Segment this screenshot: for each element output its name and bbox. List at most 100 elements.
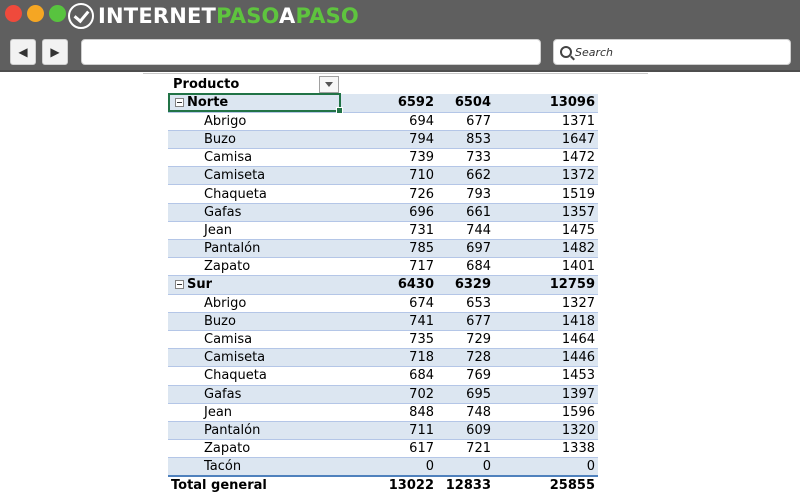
value-cell[interactable]: 1647 — [494, 130, 598, 150]
value-cell[interactable]: 653 — [437, 294, 494, 313]
value-cell[interactable]: 684 — [340, 366, 437, 386]
row-label-cell[interactable]: Jean — [168, 403, 340, 422]
value-cell[interactable]: 1453 — [494, 366, 598, 386]
value-cell[interactable]: 674 — [340, 294, 437, 313]
forward-button[interactable]: ▶ — [42, 39, 68, 65]
value-cell[interactable]: 1320 — [494, 421, 598, 441]
value-cell[interactable]: 1446 — [494, 348, 598, 368]
row-label-cell[interactable]: Jean — [168, 221, 340, 241]
row-label-cell[interactable]: Camisa — [168, 330, 340, 350]
maximize-window-button[interactable] — [49, 5, 66, 22]
search-box[interactable]: Search — [553, 39, 791, 65]
value-cell[interactable]: 25855 — [494, 475, 598, 495]
row-label-cell[interactable]: Chaqueta — [168, 184, 340, 204]
row-label-cell[interactable]: Buzo — [168, 312, 340, 331]
filter-dropdown-button[interactable] — [319, 76, 339, 93]
value-cell[interactable]: 13022 — [340, 475, 437, 495]
value-cell[interactable]: 694 — [340, 112, 437, 131]
value-cell[interactable]: 677 — [437, 312, 494, 331]
value-cell[interactable]: 733 — [437, 148, 494, 168]
value-cell[interactable]: 0 — [340, 457, 437, 477]
value-cell[interactable]: 731 — [340, 221, 437, 241]
value-cell[interactable]: 1464 — [494, 330, 598, 350]
value-cell[interactable]: 702 — [340, 385, 437, 404]
row-label-cell[interactable]: Norte — [168, 94, 340, 113]
cell-value: 0 — [586, 459, 595, 475]
value-cell[interactable]: 848 — [340, 403, 437, 422]
value-cell[interactable]: 1475 — [494, 221, 598, 241]
value-cell[interactable]: 785 — [340, 239, 437, 259]
value-cell[interactable]: 769 — [437, 366, 494, 386]
value-cell[interactable]: 735 — [340, 330, 437, 350]
value-cell[interactable]: 1482 — [494, 239, 598, 259]
collapse-minus-icon[interactable] — [175, 280, 184, 290]
value-cell[interactable]: 1472 — [494, 148, 598, 168]
value-cell[interactable]: 711 — [340, 421, 437, 441]
value-cell[interactable]: 741 — [340, 312, 437, 331]
row-label-cell[interactable]: Abrigo — [168, 112, 340, 131]
value-cell[interactable]: 744 — [437, 221, 494, 241]
value-cell[interactable]: 728 — [437, 348, 494, 368]
address-bar[interactable] — [81, 39, 541, 65]
row-label-cell[interactable]: Total general — [168, 475, 340, 495]
minimize-window-button[interactable] — [27, 5, 44, 22]
value-cell[interactable]: 718 — [340, 348, 437, 368]
value-cell[interactable]: 6430 — [340, 275, 437, 295]
value-cell[interactable]: 1418 — [494, 312, 598, 331]
value-cell[interactable]: 696 — [340, 203, 437, 222]
value-cell[interactable]: 853 — [437, 130, 494, 150]
row-label-cell[interactable]: Camisa — [168, 148, 340, 168]
value-cell[interactable]: 1397 — [494, 385, 598, 404]
value-cell[interactable]: 1338 — [494, 439, 598, 459]
row-label-cell[interactable]: Chaqueta — [168, 366, 340, 386]
value-cell[interactable]: 0 — [437, 457, 494, 477]
value-cell[interactable]: 0 — [494, 457, 598, 477]
value-cell[interactable]: 662 — [437, 166, 494, 186]
value-cell[interactable]: 6504 — [437, 94, 494, 113]
value-cell[interactable]: 697 — [437, 239, 494, 259]
row-label-cell[interactable]: Tacón — [168, 457, 340, 477]
value-cell[interactable]: 661 — [437, 203, 494, 222]
row-label-cell[interactable]: Abrigo — [168, 294, 340, 313]
row-label-cell[interactable]: Sur — [168, 275, 340, 295]
value-cell[interactable]: 684 — [437, 257, 494, 277]
value-cell[interactable]: 1327 — [494, 294, 598, 313]
value-cell[interactable]: 12759 — [494, 275, 598, 295]
close-window-button[interactable] — [5, 5, 22, 22]
value-cell[interactable]: 739 — [340, 148, 437, 168]
value-cell[interactable]: 6329 — [437, 275, 494, 295]
value-cell[interactable]: 1371 — [494, 112, 598, 131]
row-label-cell[interactable]: Gafas — [168, 385, 340, 404]
row-label-cell[interactable]: Camiseta — [168, 348, 340, 368]
arrow-left-icon: ◀ — [18, 45, 28, 59]
row-label-cell[interactable]: Camiseta — [168, 166, 340, 186]
value-cell[interactable]: 794 — [340, 130, 437, 150]
value-cell[interactable]: 6592 — [340, 94, 437, 113]
row-label-cell[interactable]: Pantalón — [168, 239, 340, 259]
value-cell[interactable]: 1372 — [494, 166, 598, 186]
value-cell[interactable]: 1401 — [494, 257, 598, 277]
row-label-cell[interactable]: Zapato — [168, 439, 340, 459]
value-cell[interactable]: 609 — [437, 421, 494, 441]
value-cell[interactable]: 1357 — [494, 203, 598, 222]
row-label-cell[interactable]: Gafas — [168, 203, 340, 222]
value-cell[interactable]: 677 — [437, 112, 494, 131]
value-cell[interactable]: 710 — [340, 166, 437, 186]
value-cell[interactable]: 717 — [340, 257, 437, 277]
value-cell[interactable]: 721 — [437, 439, 494, 459]
value-cell[interactable]: 748 — [437, 403, 494, 422]
value-cell[interactable]: 13096 — [494, 94, 598, 113]
row-label-cell[interactable]: Pantalón — [168, 421, 340, 441]
value-cell[interactable]: 729 — [437, 330, 494, 350]
value-cell[interactable]: 1596 — [494, 403, 598, 422]
row-label-cell[interactable]: Buzo — [168, 130, 340, 150]
value-cell[interactable]: 793 — [437, 184, 494, 204]
row-label-cell[interactable]: Zapato — [168, 257, 340, 277]
value-cell[interactable]: 12833 — [437, 475, 494, 495]
value-cell[interactable]: 695 — [437, 385, 494, 404]
back-button[interactable]: ◀ — [10, 39, 36, 65]
value-cell[interactable]: 617 — [340, 439, 437, 459]
collapse-minus-icon[interactable] — [175, 98, 184, 108]
value-cell[interactable]: 726 — [340, 184, 437, 204]
value-cell[interactable]: 1519 — [494, 184, 598, 204]
